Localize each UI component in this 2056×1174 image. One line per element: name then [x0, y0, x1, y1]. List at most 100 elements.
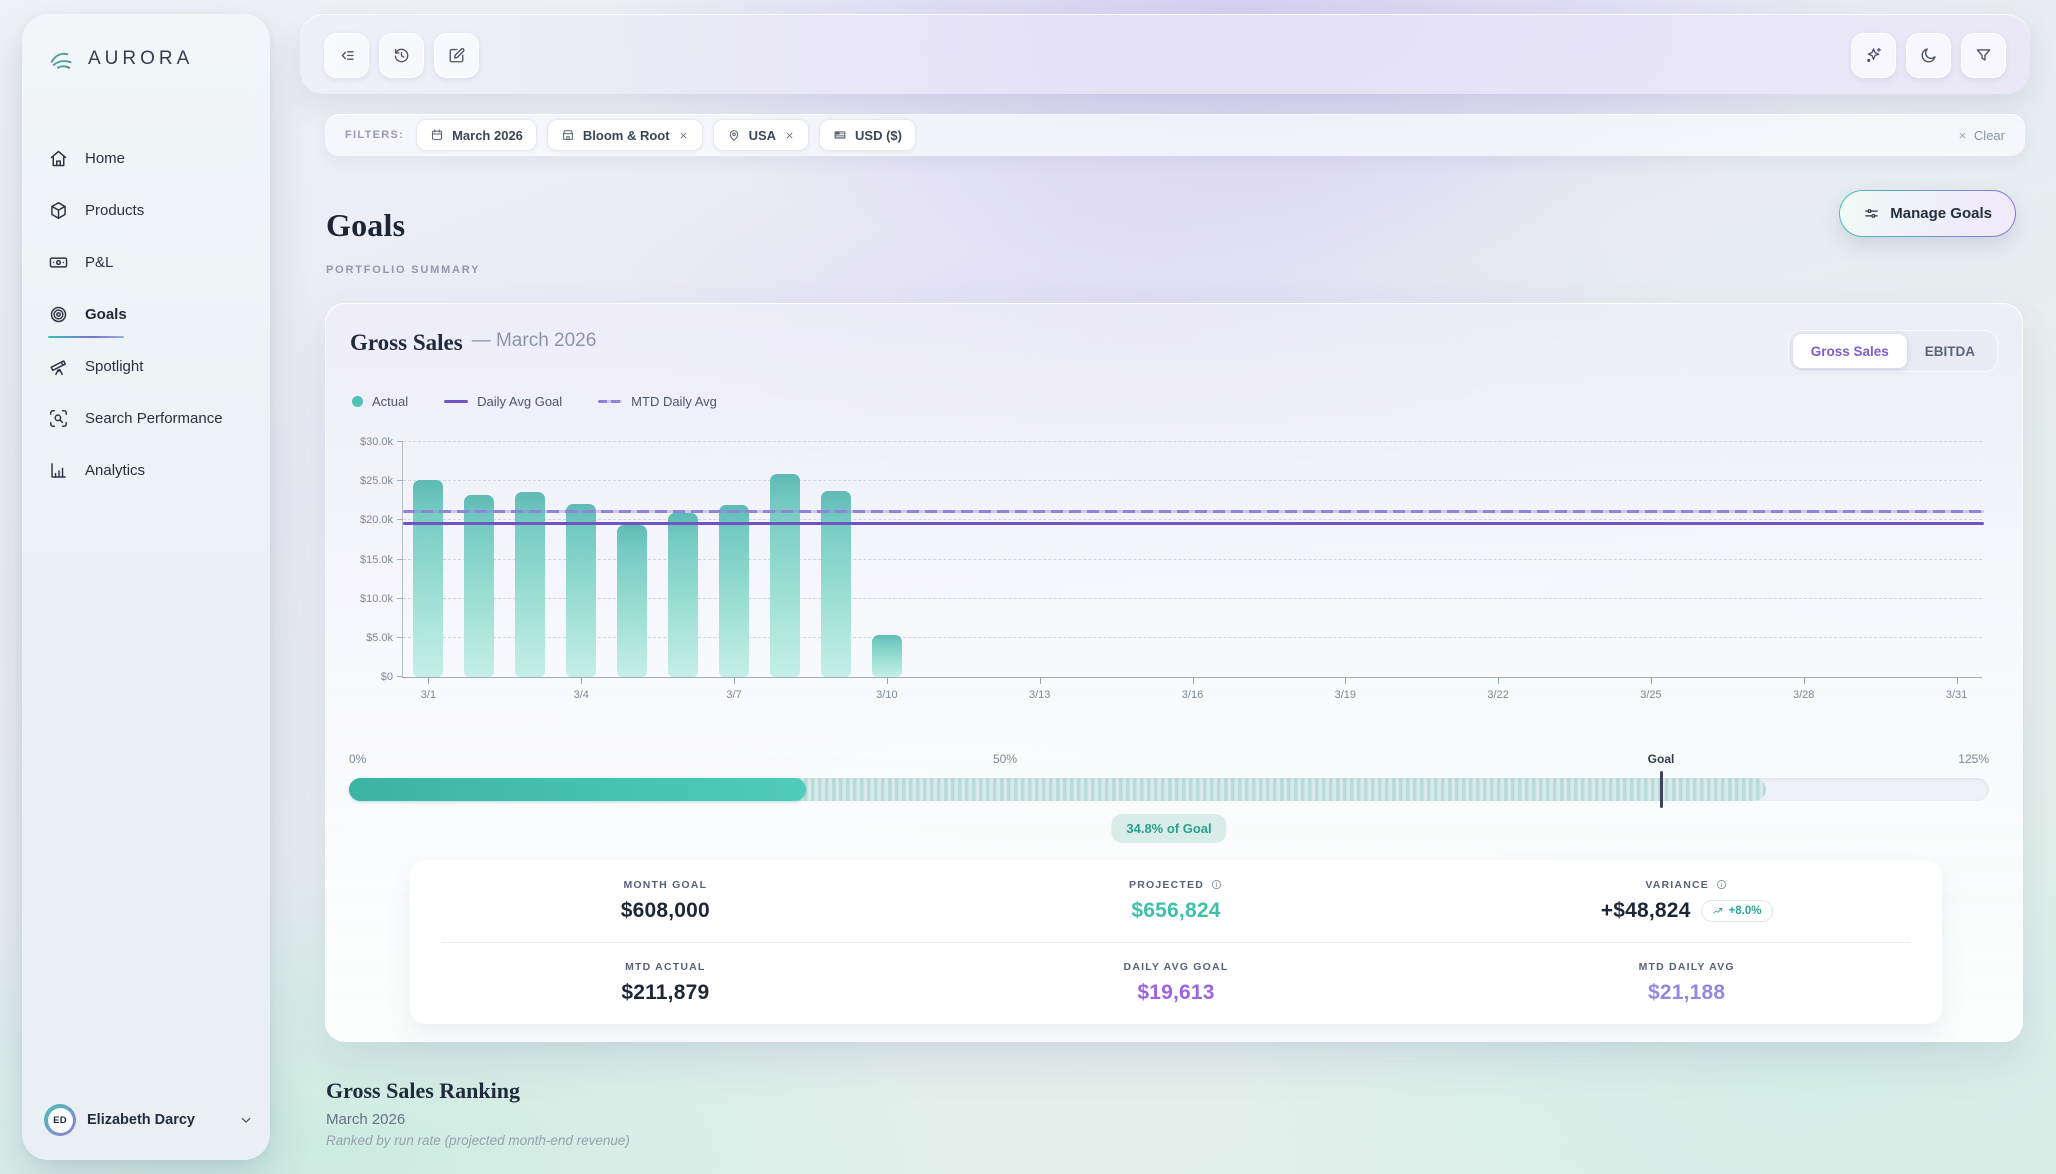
filter-button[interactable]	[1961, 33, 2006, 78]
stats-row: MTD ACTUAL$211,879DAILY AVG GOAL$19,613 M…	[410, 943, 1942, 1025]
close-icon	[784, 130, 795, 141]
stat-label: MTD DAILY AVG	[1639, 961, 1735, 973]
pct-of-goal-badge: 34.8% of Goal	[1111, 814, 1226, 843]
edit-button[interactable]	[434, 33, 479, 78]
sliders-icon	[1863, 205, 1880, 222]
sidebar-item-home[interactable]: Home	[46, 132, 246, 184]
stat-month-goal: MONTH GOAL$608,000	[410, 860, 921, 942]
filters-label: FILTERS:	[345, 129, 404, 141]
chart-bar-3-10	[872, 635, 902, 677]
stat-value: $21,188	[1648, 981, 1725, 1005]
x-axis-tick	[734, 677, 735, 684]
manage-goals-button[interactable]: Manage Goals	[1839, 190, 2016, 237]
filter-chip-usa[interactable]: USA	[713, 119, 809, 151]
y-axis-tick	[397, 676, 403, 677]
gridline	[403, 519, 1982, 520]
avatar-initials: ED	[48, 1108, 73, 1133]
user-menu[interactable]: ED Elizabeth Darcy	[44, 1104, 254, 1136]
filter-icon	[1974, 46, 1993, 65]
sidebar-item-label: Home	[85, 150, 125, 167]
y-axis-label: $30.0k	[360, 436, 393, 448]
sidebar-item-products[interactable]: Products	[46, 184, 246, 236]
y-axis-label: $20.0k	[360, 514, 393, 526]
sparkles-button[interactable]	[1851, 33, 1896, 78]
chart-bar-3-9	[821, 491, 851, 677]
chip-label: USD ($)	[855, 128, 902, 143]
y-axis-label: $5.0k	[366, 632, 393, 644]
filter-chips: March 2026 Bloom & Root USA USD ($)	[416, 119, 916, 151]
x-axis-label: 3/13	[1029, 689, 1050, 701]
progress-track	[349, 778, 1989, 801]
x-axis-label: 3/4	[574, 689, 589, 701]
ranking-note: Ranked by run rate (projected month-end …	[326, 1133, 630, 1148]
top-toolbar	[300, 14, 2030, 94]
filter-chip-march-2026[interactable]: March 2026	[416, 119, 537, 151]
meter-label-end: 125%	[1958, 752, 1989, 766]
chevron-down-icon	[238, 1112, 254, 1128]
y-axis-label: $10.0k	[360, 593, 393, 605]
stat-variance: VARIANCE+$48,824+8.0%	[1431, 860, 1942, 942]
chip-label: Bloom & Root	[583, 128, 670, 143]
info-icon	[1715, 878, 1728, 891]
meter-label-goal: Goal	[1648, 752, 1675, 766]
history-icon	[392, 46, 411, 65]
x-axis-label: 3/10	[876, 689, 897, 701]
card-header: Gross Sales — March 2026 Gross SalesEBIT…	[350, 330, 1998, 372]
chart-bar-3-6	[668, 513, 698, 677]
toggle-option-gross-sales[interactable]: Gross Sales	[1793, 334, 1907, 368]
sidebar-item-label: Search Performance	[85, 410, 223, 427]
remove-chip-button[interactable]	[784, 130, 795, 141]
y-axis-tick	[397, 480, 403, 481]
collapse-sidebar-icon	[337, 46, 356, 65]
daily-sales-chart: $0$5.0k$10.0k$15.0k$20.0k$25.0k$30.0k3/1…	[350, 432, 1982, 720]
stat-mtd-actual: MTD ACTUAL$211,879	[410, 943, 921, 1025]
x-axis-label: 3/19	[1335, 689, 1356, 701]
store-icon	[561, 128, 575, 142]
history-button[interactable]	[379, 33, 424, 78]
sliders-icon	[1863, 205, 1880, 222]
edit-icon	[447, 46, 466, 65]
remove-chip-button[interactable]	[678, 130, 689, 141]
chip-label: USA	[749, 128, 776, 143]
clear-filters-button[interactable]: Clear	[1957, 128, 2005, 143]
stat-value: $211,879	[621, 981, 709, 1005]
sidebar-item-goals[interactable]: Goals	[46, 288, 246, 340]
stats-row: MONTH GOAL$608,000PROJECTED$656,824VARIA…	[410, 860, 1942, 942]
goal-line-daily-avg-goal	[403, 522, 1984, 525]
stat-projected: PROJECTED$656,824	[921, 860, 1432, 942]
stat-label: PROJECTED	[1129, 878, 1223, 891]
gridline	[403, 441, 1982, 442]
chip-label: March 2026	[452, 128, 523, 143]
chart-plot-area: $0$5.0k$10.0k$15.0k$20.0k$25.0k$30.0k3/1…	[402, 442, 1982, 678]
moon-button[interactable]	[1906, 33, 1951, 78]
filter-chip-usd-[interactable]: USD ($)	[819, 119, 916, 151]
y-axis-tick	[397, 637, 403, 638]
sidebar-item-search-performance[interactable]: Search Performance	[46, 392, 246, 444]
ranking-section: Gross Sales Ranking March 2026 Ranked by…	[326, 1078, 630, 1148]
y-axis-label: $15.0k	[360, 554, 393, 566]
x-axis-label: 3/22	[1487, 689, 1508, 701]
portfolio-summary-label: PORTFOLIO SUMMARY	[326, 264, 480, 276]
chart-bar-3-7	[719, 505, 749, 677]
clear-filters-label: Clear	[1974, 128, 2005, 143]
legend-label: MTD Daily Avg	[631, 394, 717, 409]
x-axis-tick	[1651, 677, 1652, 684]
sidebar-item-spotlight[interactable]: Spotlight	[46, 340, 246, 392]
chevron-down-icon	[238, 1112, 254, 1128]
us-flag-icon	[833, 128, 847, 142]
goal-progress-meter: 0% 50% Goal 125% 34.8% of Goal	[349, 752, 1989, 852]
stats-panel: MONTH GOAL$608,000PROJECTED$656,824VARIA…	[410, 860, 1942, 1024]
sidebar: AURORA HomeProductsP&LGoalsSpotlightSear…	[22, 14, 270, 1160]
sidebar-item-p-l[interactable]: P&L	[46, 236, 246, 288]
manage-goals-label: Manage Goals	[1890, 205, 1992, 222]
legend-label: Actual	[372, 394, 408, 409]
toggle-option-ebitda[interactable]: EBITDA	[1907, 334, 1993, 368]
close-icon	[1957, 130, 1968, 141]
collapse-sidebar-button[interactable]	[324, 33, 369, 78]
stat-daily-avg-goal: DAILY AVG GOAL$19,613	[921, 943, 1432, 1025]
actual-fill	[349, 778, 806, 801]
app-root: AURORA HomeProductsP&LGoalsSpotlightSear…	[0, 0, 2056, 1174]
filter-chip-bloom-root[interactable]: Bloom & Root	[547, 119, 703, 151]
sidebar-item-analytics[interactable]: Analytics	[46, 444, 246, 496]
metric-toggle: Gross SalesEBITDA	[1788, 330, 1998, 372]
